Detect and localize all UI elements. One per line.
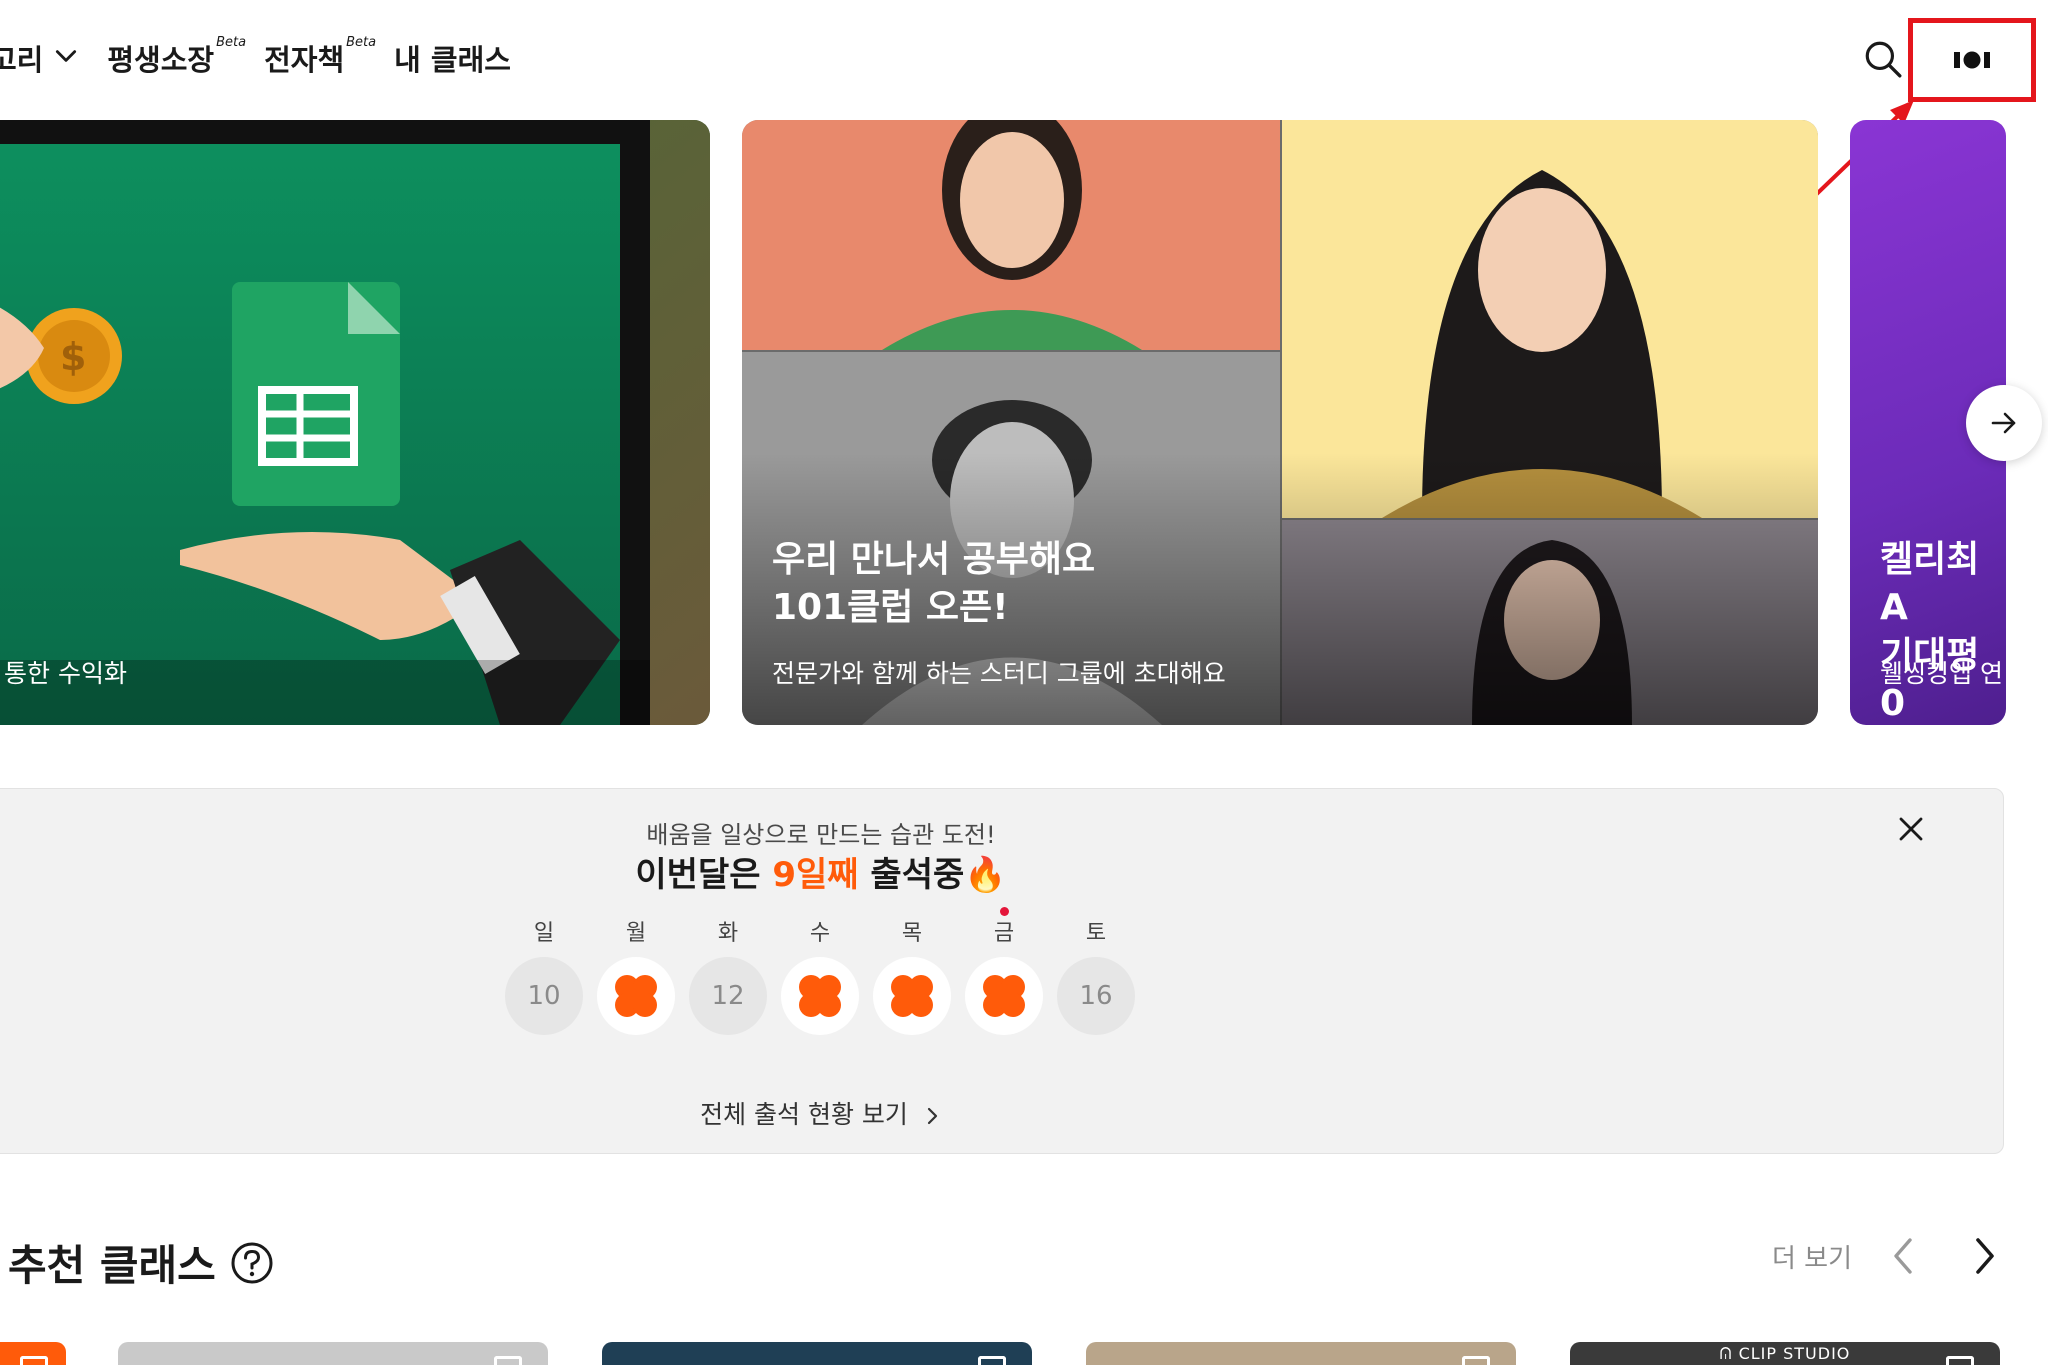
class-card[interactable] — [0, 1342, 66, 1365]
today-dot — [1000, 907, 1009, 916]
fire-icon: 🔥 — [964, 855, 1007, 895]
class-card[interactable]: ᕬ CLIP STUDIO — [1570, 1342, 2000, 1365]
banner-image: $ — [0, 120, 710, 725]
search-icon[interactable] — [1862, 38, 1904, 80]
attended-clover-icon — [965, 957, 1043, 1035]
nav-ebook[interactable]: 전자책 Beta — [264, 35, 377, 79]
more-link[interactable]: 더 보기 — [1772, 1238, 1852, 1275]
beta-badge: Beta — [216, 35, 247, 50]
nav-lifetime[interactable]: 평생소장 Beta — [107, 35, 247, 79]
close-icon[interactable] — [1895, 813, 1927, 845]
banner-title: 우리 만나서 공부해요 101클럽 오픈! — [772, 539, 1096, 628]
chevron-down-icon — [56, 50, 77, 62]
day-label: 일 — [533, 921, 555, 946]
bookmark-icon[interactable] — [978, 1356, 1006, 1365]
attendance-day: 토 16 — [1057, 919, 1135, 1035]
arrow-right-icon — [1991, 412, 2016, 434]
card-brand-label: ᕬ CLIP STUDIO — [1719, 1344, 1851, 1363]
day-label: 수 — [809, 921, 831, 946]
nav-category-label: 고리 — [0, 43, 44, 77]
chevron-right-icon[interactable] — [1964, 1234, 2004, 1278]
attendance-count: 9일째 — [772, 855, 859, 895]
bookmark-icon[interactable] — [20, 1356, 48, 1365]
banner-title: 켈리최 A 기대평 0 — [1880, 539, 1980, 724]
nav-my-class[interactable]: 내 클래스 — [394, 37, 511, 79]
class-card[interactable] — [118, 1342, 548, 1365]
main-nav: 고리 평생소장 Beta 전자책 Beta 내 클래스 — [0, 35, 511, 80]
nav-lifetime-label: 평생소장 — [107, 43, 215, 77]
attendance-day: 금 — [965, 907, 1043, 1035]
header: 고리 평생소장 Beta 전자책 Beta 내 클래스 — [0, 0, 2048, 118]
class-card[interactable] — [602, 1342, 1032, 1365]
attendance-title-prefix: 이번달은 — [635, 855, 773, 895]
section-title: 추천 클래스 — [8, 1232, 274, 1293]
clover-icon — [891, 975, 933, 1017]
attendance-week: 일 10 월 화 12 수 목 금 토 16 — [505, 907, 1155, 1059]
attendance-title: 이번달은 9일째 출석중🔥 — [0, 847, 1661, 896]
beta-badge: Beta — [346, 35, 377, 50]
help-icon[interactable] — [230, 1241, 274, 1285]
banner-subtitle: 전문가와 함께 하는 스터디 그룹에 초대해요 — [772, 659, 1226, 688]
attendance-all-link[interactable]: 전체 출석 현황 보기 — [0, 1095, 1661, 1131]
day-label: 월 — [625, 921, 647, 946]
day-date: 12 — [689, 957, 767, 1035]
attendance-subtitle: 배움을 일상으로 만드는 습관 도전! — [646, 821, 996, 849]
attendance-title-suffix: 출석중 — [858, 855, 965, 895]
bookmark-icon[interactable] — [1462, 1356, 1490, 1365]
banner-next-button[interactable] — [1966, 385, 2042, 461]
section-title-label: 추천 클래스 — [8, 1241, 216, 1290]
attendance-card: 배움을 일상으로 만드는 습관 도전! 이번달은 9일째 출석중🔥 일 10 월 화 1… — [0, 788, 2004, 1154]
banner-card[interactable]: 우리 만나서 공부해요 101클럽 오픈! 전문가와 함께 하는 스터디 그룹에… — [742, 120, 1818, 725]
logo-button[interactable] — [1908, 18, 2036, 102]
nav-my-class-label: 내 클래스 — [394, 43, 511, 77]
banner-card[interactable]: $ 통한 수익화 — [0, 120, 710, 725]
attendance-day: 수 — [781, 919, 859, 1035]
nav-ebook-label: 전자책 — [264, 43, 345, 77]
attended-clover-icon — [873, 957, 951, 1035]
chevron-right-icon — [927, 1107, 937, 1125]
class-card[interactable] — [1086, 1342, 1516, 1365]
bookmark-icon[interactable] — [494, 1356, 522, 1365]
day-label: 금 — [993, 921, 1015, 946]
attendance-all-link-label: 전체 출석 현황 보기 — [700, 1100, 908, 1129]
bookmark-icon[interactable] — [1946, 1356, 1974, 1365]
attended-clover-icon — [781, 957, 859, 1035]
clover-icon — [615, 975, 657, 1017]
day-label: 토 — [1085, 921, 1107, 946]
nav-category[interactable]: 고리 — [0, 37, 79, 79]
attendance-day: 화 12 — [689, 919, 767, 1035]
day-date: 10 — [505, 957, 583, 1035]
svg-text:$: $ — [60, 335, 86, 379]
attended-clover-icon — [597, 957, 675, 1035]
day-label: 화 — [717, 921, 739, 946]
class101-logo-icon — [1954, 51, 1990, 69]
attendance-day: 목 — [873, 919, 951, 1035]
banner-subtitle: 통한 수익화 — [4, 659, 127, 688]
chevron-left-icon[interactable] — [1884, 1234, 1924, 1278]
day-label: 목 — [901, 921, 923, 946]
attendance-day: 월 — [597, 919, 675, 1035]
day-date: 16 — [1057, 957, 1135, 1035]
clover-icon — [983, 975, 1025, 1017]
banner-image — [742, 120, 1818, 725]
attendance-day: 일 10 — [505, 919, 583, 1035]
banner-subtitle: 웰씽킹앱 연 — [1880, 659, 2003, 688]
clover-icon — [799, 975, 841, 1017]
